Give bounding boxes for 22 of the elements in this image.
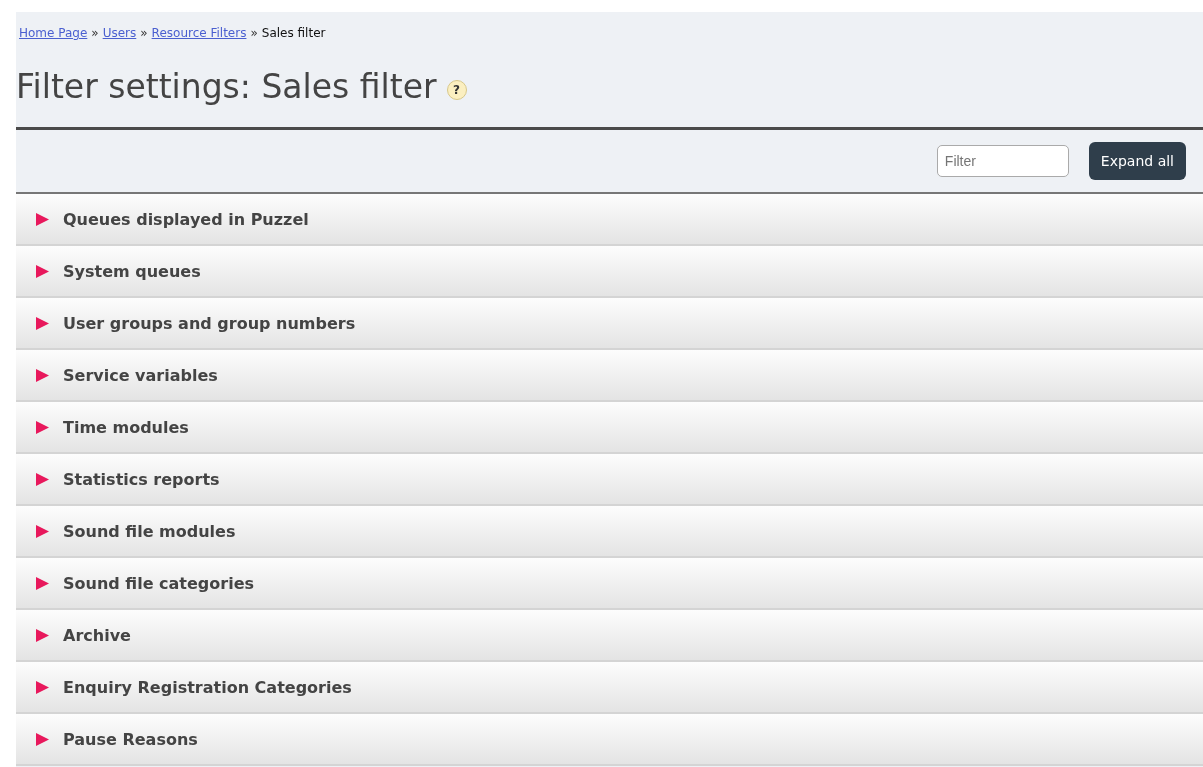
- help-icon[interactable]: ?: [446, 79, 467, 100]
- section-header[interactable]: Archive: [16, 610, 1203, 662]
- section-header[interactable]: Time modules: [16, 402, 1203, 454]
- page-title: Filter settings: Sales filter: [16, 67, 437, 106]
- section-header[interactable]: Sound file categories: [16, 558, 1203, 610]
- section-header[interactable]: Sound file modules: [16, 506, 1203, 558]
- filter-field[interactable]: Filter: [936, 145, 1069, 177]
- section-header[interactable]: Statistics reports: [16, 454, 1203, 506]
- section-header[interactable]: System queues: [16, 246, 1203, 298]
- section-header[interactable]: Pause Reasons: [16, 714, 1203, 766]
- section-header[interactable]: Enquiry Registration Categories: [16, 662, 1203, 714]
- breadcrumb-separator: »: [250, 26, 258, 40]
- section-header[interactable]: User groups and group numbers: [16, 298, 1203, 350]
- breadcrumb-separator: »: [140, 26, 148, 40]
- expand-all-button[interactable]: Expand all: [1088, 142, 1186, 180]
- breadcrumb-link[interactable]: Resource Filters: [151, 26, 247, 40]
- breadcrumb-link[interactable]: Users: [102, 26, 137, 40]
- breadcrumb-separator: »: [91, 26, 99, 40]
- section-header[interactable]: Queues displayed in Puzzel: [16, 194, 1203, 246]
- section-header[interactable]: Service variables: [16, 350, 1203, 402]
- breadcrumb-current: Sales filter: [261, 26, 326, 40]
- breadcrumb-link[interactable]: Home Page: [19, 26, 88, 40]
